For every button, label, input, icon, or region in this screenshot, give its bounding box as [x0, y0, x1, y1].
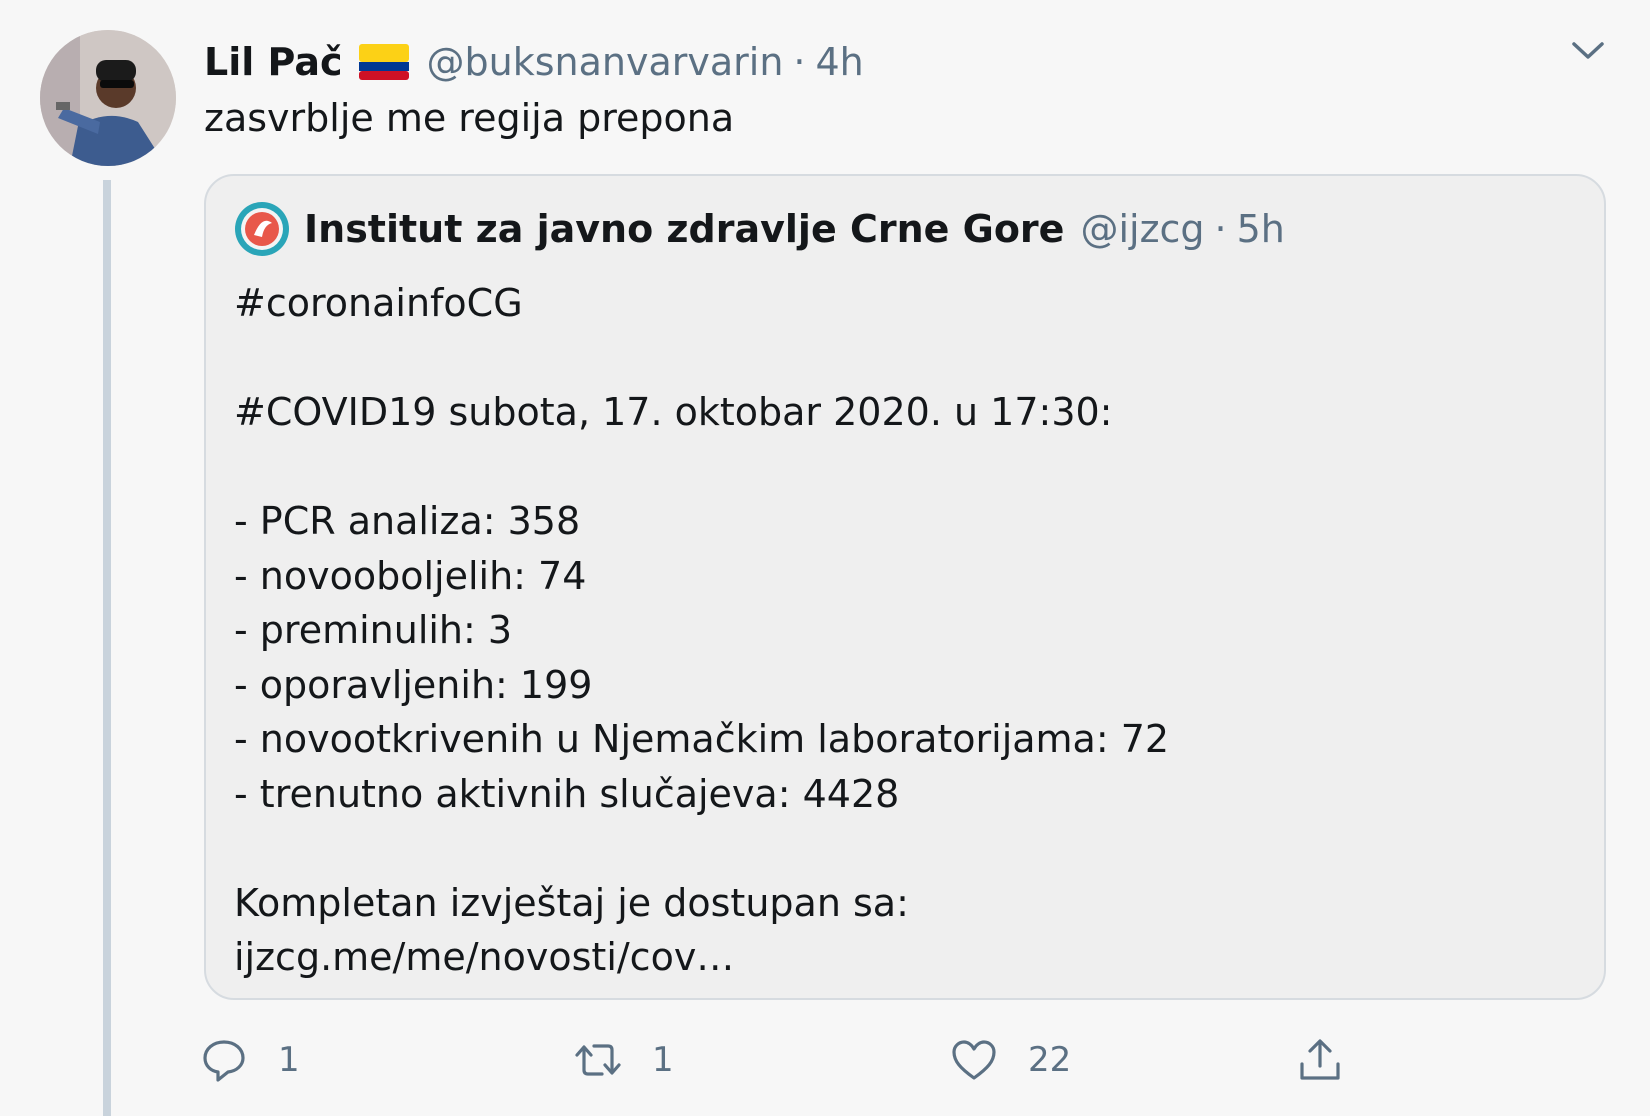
thread-line	[103, 180, 111, 1116]
quoted-line-blank	[234, 331, 1169, 386]
quoted-line-blank	[234, 440, 1169, 495]
quoted-line-new-cases: - novooboljelih: 74	[234, 553, 587, 598]
reply-icon	[203, 1040, 245, 1082]
quoted-link[interactable]: ijzcg.me/me/novosti/cov…	[234, 930, 1169, 985]
quoted-line-german-labs: - novootkrivenih u Njemačkim laboratorij…	[234, 717, 1170, 761]
quoted-text: #coronainfoCG #COVID19 subota, 17. oktob…	[234, 276, 1169, 985]
colombia-flag-icon	[358, 44, 409, 80]
institute-logo-icon	[235, 202, 289, 256]
action-bar: 1 1 22	[203, 1030, 1404, 1090]
quoted-line-blank	[234, 821, 1169, 876]
tweet-time[interactable]: 4h	[816, 40, 864, 84]
quoted-line-report: Kompletan izvještaj je dostupan sa:	[234, 880, 909, 925]
tweet-text: zasvrblje me regija prepona	[204, 96, 735, 140]
quoted-time[interactable]: 5h	[1237, 207, 1285, 251]
quoted-tweet[interactable]: Institut za javno zdravlje Crne Gore @ij…	[204, 174, 1606, 1000]
tweet: Lil Pač @buksnanvarvarin · 4h zasvrblje …	[0, 0, 1650, 1116]
author-handle[interactable]: @buksnanvarvarin	[427, 40, 784, 84]
separator-dot: ·	[793, 40, 806, 84]
retweet-button[interactable]: 1	[574, 1030, 674, 1090]
quoted-line-active: - trenutno aktivnih slučajeva: 4428	[234, 771, 900, 816]
share-button[interactable]	[1296, 1030, 1344, 1090]
avatar[interactable]	[40, 30, 176, 166]
quoted-author-name[interactable]: Institut za javno zdravlje Crne Gore	[304, 207, 1064, 251]
retweet-count: 1	[652, 1040, 674, 1080]
heart-icon	[952, 1040, 996, 1080]
quoted-separator-dot: ·	[1214, 207, 1227, 251]
author-name[interactable]: Lil Pač	[204, 40, 343, 84]
reply-button[interactable]: 1	[200, 1030, 300, 1090]
quoted-header: Institut za javno zdravlje Crne Gore @ij…	[234, 198, 1285, 260]
share-icon	[1300, 1039, 1340, 1080]
quoted-author-handle[interactable]: @ijzcg	[1080, 207, 1204, 251]
quoted-line-recovered: - oporavljenih: 199	[234, 662, 593, 707]
quoted-line-deaths: - preminulih: 3	[234, 608, 513, 652]
like-count: 22	[1028, 1040, 1072, 1080]
quoted-line-hashtag[interactable]: #coronainfoCG	[234, 276, 1169, 331]
quoted-line-date: #COVID19 subota, 17. oktobar 2020. u 17:…	[234, 390, 1113, 434]
retweet-icon	[575, 1044, 621, 1076]
tweet-header: Lil Pač @buksnanvarvarin · 4h	[204, 34, 864, 90]
like-button[interactable]: 22	[950, 1030, 1071, 1090]
chevron-down-icon[interactable]	[1568, 36, 1608, 64]
reply-count: 1	[278, 1040, 300, 1080]
quoted-line-pcr: - PCR analiza: 358	[234, 499, 581, 543]
